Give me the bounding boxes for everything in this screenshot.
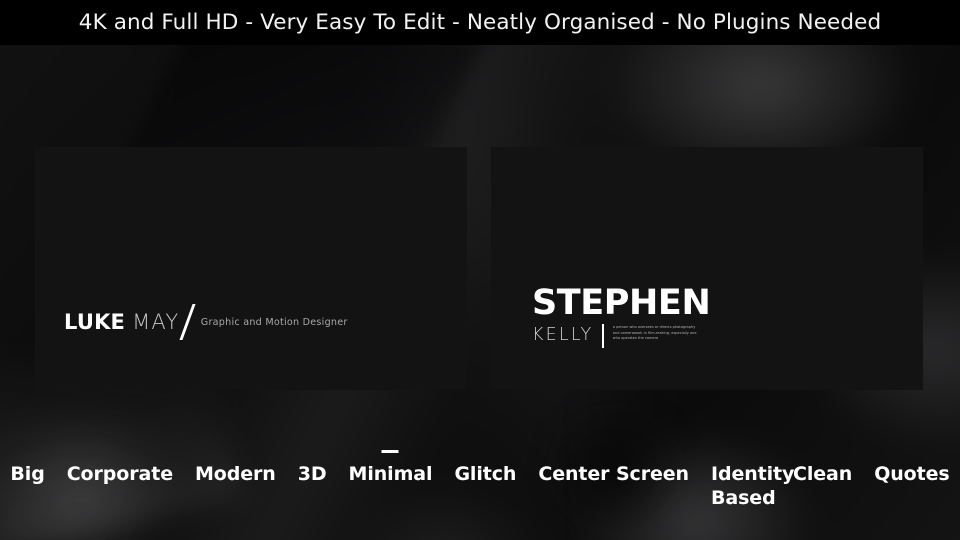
nav-item-label: Clean — [792, 463, 853, 485]
nav-item-label: Center Screen — [538, 463, 689, 485]
nav-item-glitch[interactable]: Glitch — [443, 462, 527, 486]
name-lockup-right: STEPHEN KELLY a person who oversees or d… — [532, 286, 882, 348]
nav-item-corporate[interactable]: Corporate — [56, 462, 184, 486]
last-name-left: MAY — [132, 310, 180, 334]
category-nav: Big Corporate Modern 3D Minimal Glitch Center … — [0, 450, 960, 511]
nav-item-label: 3D — [297, 463, 327, 485]
slash-divider-icon — [179, 304, 197, 340]
preview-card-right[interactable]: STEPHEN KELLY a person who oversees or d… — [491, 147, 923, 390]
nav-item-center-screen[interactable]: Center Screen — [527, 462, 700, 486]
nav-item-minimal[interactable]: Minimal — [338, 450, 444, 486]
nav-item-label: Glitch — [454, 463, 517, 485]
nav-item-clean[interactable]: Clean — [782, 462, 863, 486]
nav-item-big[interactable]: Big — [0, 462, 56, 486]
active-marker-icon — [381, 450, 399, 453]
preview-card-left[interactable]: LUKE MAY Graphic and Motion Designer — [35, 147, 467, 390]
nav-item-identity-based[interactable]: Identity Based — [700, 462, 794, 511]
last-name-right: KELLY — [532, 325, 594, 345]
role-text-left: Graphic and Motion Designer — [200, 316, 348, 328]
nav-item-label: Minimal — [348, 463, 433, 485]
name-lockup-left: LUKE MAY Graphic and Motion Designer — [64, 304, 348, 340]
nav-item-3d[interactable]: 3D — [287, 462, 338, 486]
description-text-right: a person who oversees or directs photogr… — [612, 325, 697, 341]
vertical-bar-divider-icon — [602, 324, 604, 348]
feature-banner: 4K and Full HD - Very Easy To Edit - Nea… — [0, 0, 960, 45]
first-name-left: LUKE — [64, 310, 126, 334]
first-name-right: STEPHEN — [532, 283, 711, 323]
nav-item-label: Corporate — [66, 463, 173, 485]
nav-item-modern[interactable]: Modern — [184, 462, 287, 486]
nav-item-label: Modern — [194, 463, 276, 485]
nav-item-label: Quotes — [874, 463, 950, 485]
presentation-slide: 4K and Full HD - Very Easy To Edit - Nea… — [0, 0, 960, 540]
subtitle-row-right: KELLY a person who oversees or directs p… — [532, 324, 882, 348]
feature-banner-text: 4K and Full HD - Very Easy To Edit - Nea… — [78, 10, 882, 35]
nav-item-quotes[interactable]: Quotes — [863, 462, 960, 486]
nav-item-label: Big — [10, 463, 45, 485]
